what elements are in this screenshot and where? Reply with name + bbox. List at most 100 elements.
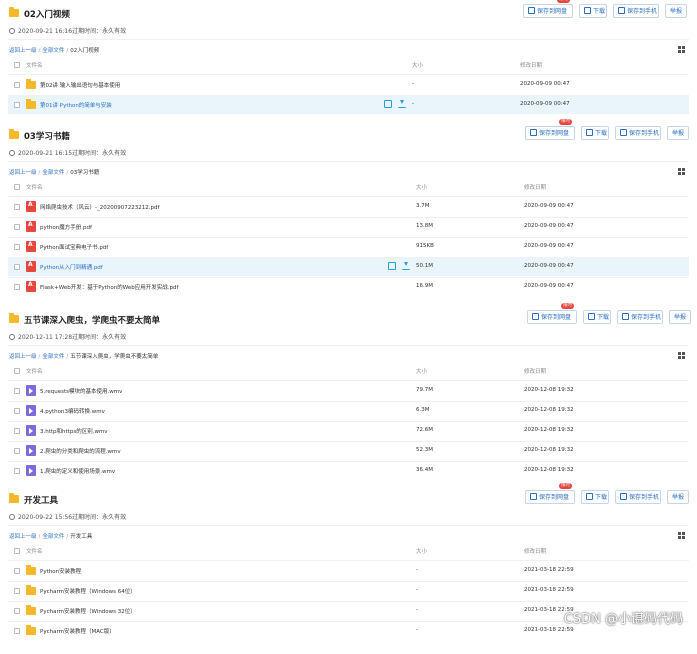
file-name[interactable]: python魔方手册.pdf — [40, 223, 92, 231]
download-row-icon[interactable] — [398, 100, 406, 108]
select-all-checkbox[interactable] — [14, 62, 20, 68]
column-date: 修改日期 — [524, 185, 547, 191]
save-to-netdisk-button[interactable]: 保存到网盘 限时 — [523, 0, 573, 18]
file-row[interactable]: 1.爬虫的定义和使用场景.wmv 36.4M 2020-12-08 19:32 — [8, 462, 689, 480]
file-name[interactable]: 网络爬虫技术（风云）-_20200907223212.pdf — [40, 203, 159, 211]
folder-icon — [9, 7, 19, 17]
pdf-icon — [26, 201, 36, 212]
breadcrumb-all-files[interactable]: 全部文件 — [42, 354, 64, 360]
file-row[interactable]: 2.爬虫的分类和爬虫的流程.wmv 52.3M 2020-12-08 19:32 — [8, 442, 689, 460]
file-name[interactable]: 2.爬虫的分类和爬虫的流程.wmv — [40, 447, 121, 455]
save-to-phone-button[interactable]: 保存到手机 — [615, 126, 661, 140]
file-name[interactable]: Flask+Web开发：基于Python的Web应用开发实战.pdf — [40, 283, 178, 291]
report-button[interactable]: 举报 — [667, 490, 689, 504]
breadcrumb-back[interactable]: 返回上一级 — [9, 534, 37, 540]
row-checkbox[interactable] — [14, 448, 20, 454]
grid-view-icon[interactable] — [678, 168, 685, 175]
button-label: 下载 — [593, 8, 606, 15]
file-date: 2020-12-08 19:32 — [524, 447, 574, 453]
column-date: 修改日期 — [520, 63, 543, 69]
file-name[interactable]: Python面试宝典电子书.pdf — [40, 243, 108, 251]
file-row[interactable]: 3.http和https的区别.wmv 72.6M 2020-12-08 19:32 — [8, 422, 689, 440]
grid-view-icon[interactable] — [678, 46, 685, 53]
file-row[interactable]: 网络爬虫技术（风云）-_20200907223212.pdf 3.7M 2020-0… — [8, 198, 689, 216]
row-checkbox[interactable] — [14, 244, 20, 250]
file-name[interactable]: Pycharm安装教程（Windows 64位） — [40, 587, 136, 595]
file-name[interactable]: 3.http和https的区别.wmv — [40, 427, 108, 435]
file-name[interactable]: 第02讲 输入输出语句与基本使用 — [40, 81, 120, 89]
breadcrumb-back[interactable]: 返回上一级 — [9, 170, 37, 176]
report-button[interactable]: 举报 — [669, 310, 691, 324]
file-name[interactable]: 4.python3编码转换.wmv — [40, 407, 105, 415]
row-checkbox[interactable] — [14, 102, 20, 108]
divider — [8, 380, 689, 381]
section-title: 03学习书籍 — [24, 132, 70, 142]
grid-view-icon[interactable] — [678, 532, 685, 539]
share-section: 五节课深入爬虫，学爬虫不要太简单 举报 保存到手机 下载 保存到网盘 限时 2020-12-… — [0, 303, 697, 494]
save-row-icon[interactable] — [384, 100, 392, 108]
row-checkbox[interactable] — [14, 608, 20, 614]
expiry-text: 2020-12-11 17:28过期时间：永久有效 — [18, 334, 127, 341]
save-to-netdisk-button[interactable]: 保存到网盘 限时 — [525, 119, 575, 140]
download-button[interactable]: 下载 — [581, 126, 609, 140]
file-name[interactable]: Python安装教程 — [40, 567, 81, 575]
row-checkbox[interactable] — [14, 264, 20, 270]
file-name[interactable]: Python从入门到精通.pdf — [40, 263, 103, 271]
file-name[interactable]: 1.爬虫的定义和使用场景.wmv — [40, 467, 115, 475]
save-to-netdisk-icon — [530, 493, 537, 500]
row-checkbox[interactable] — [14, 468, 20, 474]
clock-icon — [9, 514, 15, 520]
save-to-phone-button[interactable]: 保存到手机 — [617, 310, 663, 324]
file-name[interactable]: Pycharm安装教程（MAC版） — [40, 627, 115, 635]
breadcrumb-all-files[interactable]: 全部文件 — [42, 48, 64, 54]
button-label: 举报 — [670, 8, 683, 15]
download-button[interactable]: 下载 — [579, 4, 607, 18]
save-to-phone-button[interactable]: 保存到手机 — [613, 4, 659, 18]
file-name[interactable]: 5.requests模块的基本使用.wmv — [40, 387, 122, 395]
select-all-checkbox[interactable] — [14, 368, 20, 374]
file-row[interactable]: Python安装教程 - 2021-03-18 22:59 — [8, 562, 689, 580]
save-to-netdisk-button[interactable]: 保存到网盘 限时 — [525, 483, 575, 504]
row-checkbox[interactable] — [14, 428, 20, 434]
row-checkbox[interactable] — [14, 568, 20, 574]
row-checkbox[interactable] — [14, 204, 20, 210]
file-row[interactable]: Flask+Web开发：基于Python的Web应用开发实战.pdf 16.9M 2… — [8, 278, 689, 296]
save-row-icon[interactable] — [388, 262, 396, 270]
breadcrumb-all-files[interactable]: 全部文件 — [42, 170, 64, 176]
file-row[interactable]: Python从入门到精通.pdf 50.1M 2020-09-09 00:47 — [8, 258, 689, 276]
button-label: 保存到手机 — [629, 130, 660, 137]
file-row[interactable]: 第01讲 Python的简单与安装 - 2020-09-09 00:47 — [8, 96, 689, 114]
button-label: 保存到网盘 — [541, 314, 572, 321]
file-row[interactable]: python魔方手册.pdf 13.8M 2020-09-09 00:47 — [8, 218, 689, 236]
file-name[interactable]: Pycharm安装教程（Windows 32位） — [40, 607, 136, 615]
file-row[interactable]: Pycharm安装教程（Windows 64位） - 2021-03-18 22:5… — [8, 582, 689, 600]
row-checkbox[interactable] — [14, 408, 20, 414]
download-row-icon[interactable] — [402, 262, 410, 270]
row-checkbox[interactable] — [14, 82, 20, 88]
download-button[interactable]: 下载 — [581, 490, 609, 504]
save-to-phone-button[interactable]: 保存到手机 — [615, 490, 661, 504]
file-name[interactable]: 第01讲 Python的简单与安装 — [40, 101, 112, 109]
row-checkbox[interactable] — [14, 628, 20, 634]
breadcrumb-sep: / — [38, 534, 41, 540]
row-checkbox[interactable] — [14, 588, 20, 594]
save-to-netdisk-button[interactable]: 保存到网盘 限时 — [527, 303, 577, 324]
breadcrumb-all-files[interactable]: 全部文件 — [42, 534, 64, 540]
select-all-checkbox[interactable] — [14, 548, 20, 554]
report-button[interactable]: 举报 — [667, 126, 689, 140]
grid-view-icon[interactable] — [678, 352, 685, 359]
row-checkbox[interactable] — [14, 224, 20, 230]
file-row[interactable]: 5.requests模块的基本使用.wmv 79.7M 2020-12-08 19:… — [8, 382, 689, 400]
file-row[interactable]: 4.python3编码转换.wmv 6.3M 2020-12-08 19:32 — [8, 402, 689, 420]
file-row[interactable]: 第02讲 输入输出语句与基本使用 - 2020-09-09 00:47 — [8, 76, 689, 94]
limited-badge: 限时 — [559, 119, 572, 125]
select-all-checkbox[interactable] — [14, 184, 20, 190]
button-label: 下载 — [595, 130, 608, 137]
row-checkbox[interactable] — [14, 388, 20, 394]
file-row[interactable]: Python面试宝典电子书.pdf 915KB 2020-09-09 00:47 — [8, 238, 689, 256]
report-button[interactable]: 举报 — [665, 4, 687, 18]
breadcrumb-back[interactable]: 返回上一级 — [9, 48, 37, 54]
row-checkbox[interactable] — [14, 284, 20, 290]
download-button[interactable]: 下载 — [583, 310, 611, 324]
breadcrumb-back[interactable]: 返回上一级 — [9, 354, 37, 360]
